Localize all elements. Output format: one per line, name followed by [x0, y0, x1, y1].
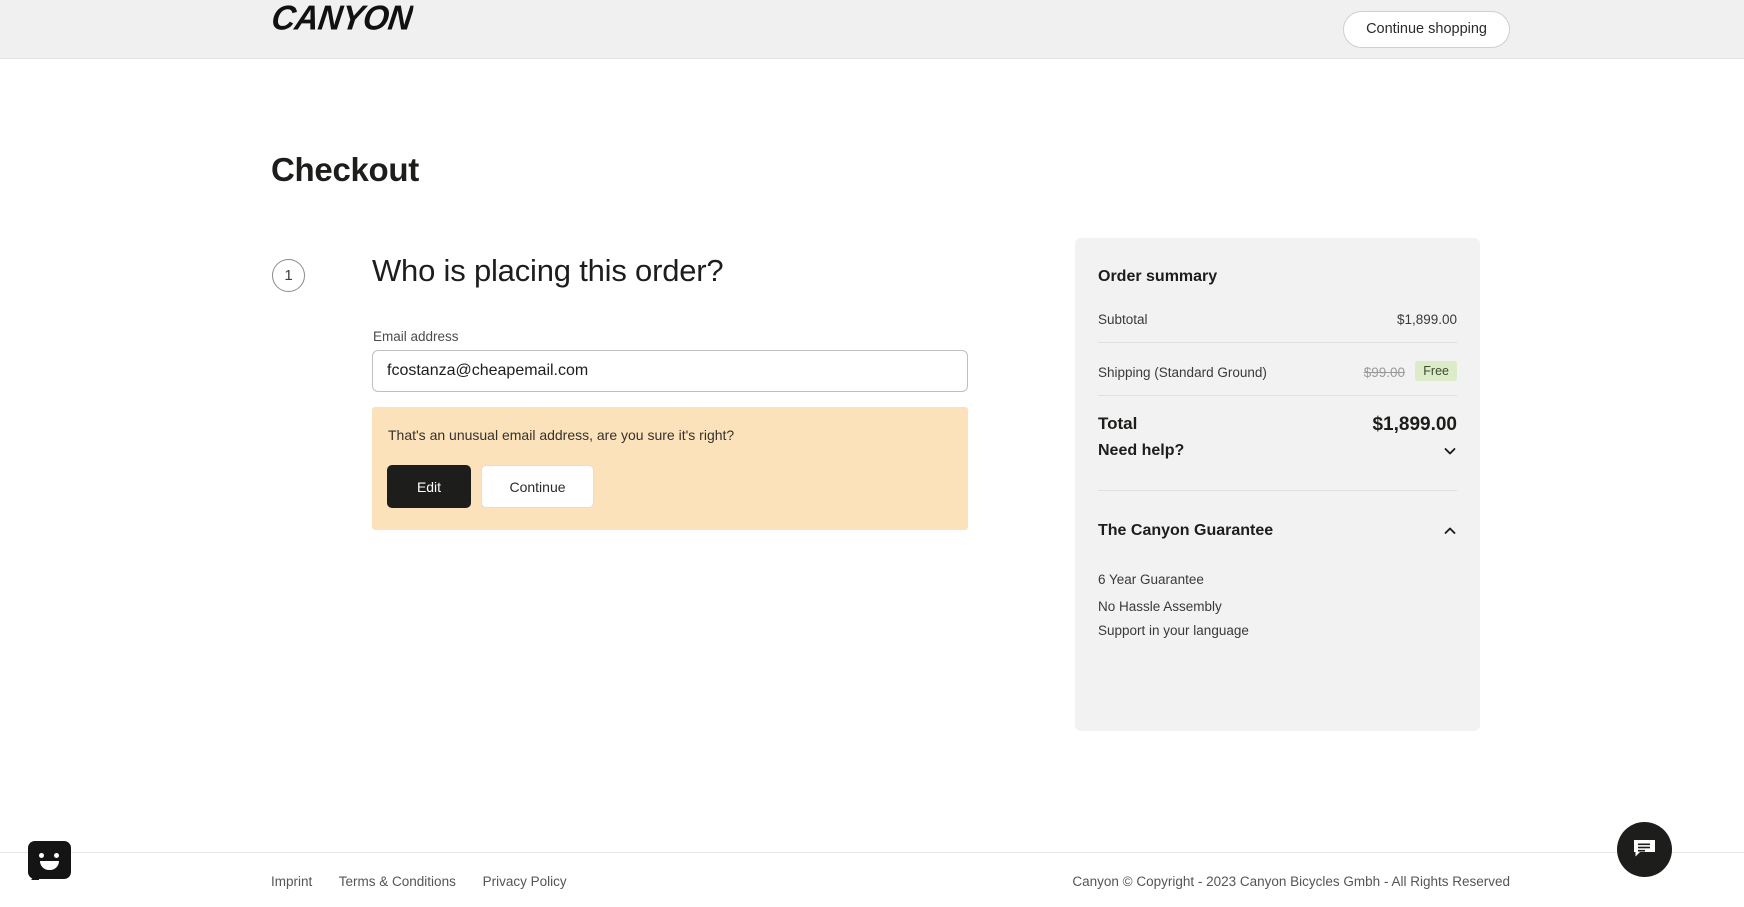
step-number-badge: 1 — [272, 259, 305, 292]
subtotal-value: $1,899.00 — [1396, 312, 1457, 327]
smiley-mouth — [40, 861, 59, 870]
page-title: Checkout — [271, 151, 419, 188]
footer-link-privacy[interactable]: Privacy Policy — [483, 874, 567, 889]
shipping-original-price: $99.00 — [1363, 365, 1405, 380]
smiley-eye-right — [54, 853, 59, 858]
accordion-need-help[interactable]: Need help? — [1098, 442, 1457, 466]
footer-link-terms[interactable]: Terms & Conditions — [339, 874, 456, 889]
order-summary-title: Order summary — [1098, 268, 1218, 285]
chevron-up-icon — [1443, 524, 1457, 538]
site-header: CANYON Continue shopping — [0, 0, 1744, 59]
total-label: Total — [1098, 414, 1138, 433]
accordion-canyon-guarantee[interactable]: The Canyon Guarantee — [1098, 522, 1457, 546]
feedback-smiley-icon[interactable] — [28, 841, 71, 880]
subtotal-label: Subtotal — [1098, 312, 1148, 327]
smiley-eye-left — [39, 853, 44, 858]
email-field-label: Email address — [373, 329, 459, 344]
guarantee-item: 6 Year Guarantee — [1098, 572, 1204, 587]
summary-divider — [1098, 395, 1457, 396]
summary-divider — [1098, 490, 1457, 491]
chat-button[interactable] — [1617, 822, 1672, 877]
shipping-free-badge: Free — [1415, 361, 1457, 381]
chat-bubble-icon — [1633, 839, 1656, 858]
step-heading: Who is placing this order? — [372, 253, 724, 288]
footer-divider — [0, 852, 1744, 853]
chevron-down-icon — [1443, 444, 1457, 458]
footer-copyright: Canyon © Copyright - 2023 Canyon Bicycle… — [1072, 874, 1510, 889]
canyon-logo-text: CANYON — [269, 5, 414, 37]
email-warning-message: That's an unusual email address, are you… — [388, 427, 735, 443]
email-input[interactable] — [372, 350, 968, 392]
canyon-guarantee-label: The Canyon Guarantee — [1098, 522, 1274, 539]
order-summary-card: Order summary Subtotal $1,899.00 Shippin… — [1075, 238, 1480, 731]
need-help-label: Need help? — [1098, 442, 1185, 459]
smiley-tail — [31, 871, 39, 880]
email-warning-banner: That's an unusual email address, are you… — [372, 407, 968, 530]
guarantee-item: Support in your language — [1098, 623, 1249, 638]
canyon-logo[interactable]: CANYON — [268, 5, 413, 43]
total-value: $1,899.00 — [1372, 414, 1457, 435]
summary-divider — [1098, 342, 1457, 343]
footer-links: Imprint Terms & Conditions Privacy Polic… — [271, 874, 590, 889]
footer-link-imprint[interactable]: Imprint — [271, 874, 312, 889]
guarantee-item: No Hassle Assembly — [1098, 599, 1222, 614]
edit-button[interactable]: Edit — [387, 465, 471, 508]
continue-shopping-button[interactable]: Continue shopping — [1343, 11, 1510, 48]
continue-button[interactable]: Continue — [481, 465, 594, 508]
shipping-label: Shipping (Standard Ground) — [1098, 365, 1267, 380]
